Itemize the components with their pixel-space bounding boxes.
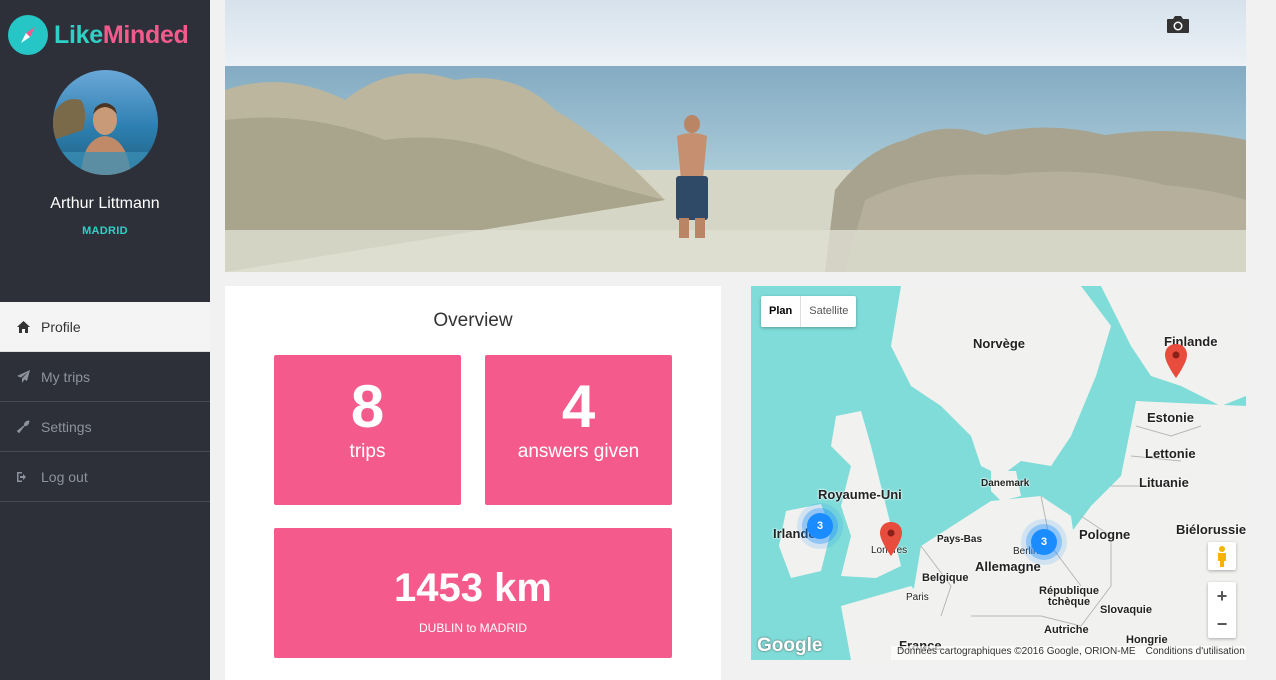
street-view-pegman-icon[interactable] — [1208, 542, 1236, 570]
camera-icon[interactable] — [1166, 14, 1190, 39]
trips-stat-card[interactable]: 8 trips — [274, 355, 461, 505]
sidebar-item-profile[interactable]: Profile — [0, 302, 210, 352]
sidebar-item-label: My trips — [41, 368, 90, 385]
sidebar-item-log-out[interactable]: Log out — [0, 452, 210, 502]
trips-count: 8 — [350, 373, 385, 440]
map-label-germany: Allemagne — [975, 559, 1041, 574]
map-label-czech: République tchèque — [1039, 585, 1099, 608]
map-label-estonia: Estonie — [1147, 410, 1194, 425]
distance-route: DUBLIN to MADRID — [418, 621, 528, 635]
map-label-paris: Paris — [906, 592, 929, 603]
map-label-belarus: Biélorussie — [1176, 522, 1246, 537]
map-label-latvia: Lettonie — [1145, 446, 1196, 461]
wrench-icon — [16, 420, 30, 434]
map[interactable]: Plan Satellite Norvège Finlande Estonie … — [751, 286, 1246, 660]
answers-count: 4 — [561, 373, 596, 440]
avatar[interactable] — [53, 70, 158, 175]
marker-cluster-ireland[interactable]: 3 — [807, 513, 833, 539]
map-label-lithuania: Lituanie — [1139, 475, 1189, 490]
brand-like: Like — [54, 20, 103, 49]
paper-plane-icon — [16, 370, 30, 384]
sign-out-icon — [16, 470, 30, 484]
map-label-belgium: Belgique — [922, 572, 969, 584]
map-attribution-text: Données cartographiques ©2016 Google, OR… — [897, 646, 1136, 657]
zoom-control: + − — [1208, 582, 1236, 638]
sidebar-item-label: Settings — [41, 418, 92, 435]
answers-stat-card[interactable]: 4 answers given — [485, 355, 672, 505]
google-logo[interactable]: Google — [757, 635, 822, 657]
cover-photo — [225, 0, 1246, 272]
map-pin-icon[interactable] — [1165, 344, 1187, 383]
sidebar: LikeMinded Arthur Littmann MADRID Profil… — [0, 0, 210, 680]
map-label-netherlands: Pays-Bas — [937, 534, 983, 545]
sidebar-item-settings[interactable]: Settings — [0, 402, 210, 452]
map-type-toggle: Plan Satellite — [761, 296, 857, 327]
marker-cluster-berlin[interactable]: 3 — [1031, 529, 1057, 555]
zoom-in-button[interactable]: + — [1208, 582, 1236, 610]
zoom-out-button[interactable]: − — [1208, 610, 1236, 638]
brand-name: LikeMinded — [54, 21, 189, 50]
sidebar-item-my-trips[interactable]: My trips — [0, 352, 210, 402]
sidebar-nav: Profile My trips Settings Log out — [0, 302, 210, 502]
map-label-hungary: Hongrie — [1126, 634, 1168, 646]
map-label-poland: Pologne — [1079, 527, 1131, 542]
distance-value: 1453 km — [394, 566, 552, 610]
brand[interactable]: LikeMinded — [8, 14, 189, 56]
answers-label: answers given — [517, 441, 640, 462]
user-city: MADRID — [82, 225, 128, 237]
user-name: Arthur Littmann — [50, 195, 160, 212]
overview-title: Overview — [433, 310, 513, 331]
sidebar-item-label: Profile — [41, 318, 81, 335]
map-terms-link[interactable]: Conditions d'utilisation — [1146, 646, 1245, 657]
map-attribution: Données cartographiques ©2016 Google, OR… — [891, 646, 1246, 660]
brand-minded: Minded — [102, 20, 189, 49]
map-label-austria: Autriche — [1044, 624, 1089, 636]
map-type-satellite-button[interactable]: Satellite — [801, 296, 856, 327]
trips-label: trips — [349, 441, 386, 462]
distance-stat-card[interactable]: 1453 km DUBLIN to MADRID — [274, 528, 672, 658]
sidebar-item-label: Log out — [41, 468, 88, 485]
map-label-denmark: Danemark — [981, 478, 1030, 489]
map-label-uk: Royaume-Uni — [818, 487, 902, 502]
map-type-plan-button[interactable]: Plan — [761, 296, 802, 327]
map-label-slovakia: Slovaquie — [1100, 604, 1152, 616]
overview-panel: Overview 8 trips 4 answers given 1453 km… — [225, 286, 721, 680]
compass-logo-icon — [8, 15, 48, 55]
home-icon — [16, 320, 30, 334]
map-pin-icon[interactable] — [880, 522, 902, 561]
map-label-norway: Norvège — [973, 336, 1026, 351]
